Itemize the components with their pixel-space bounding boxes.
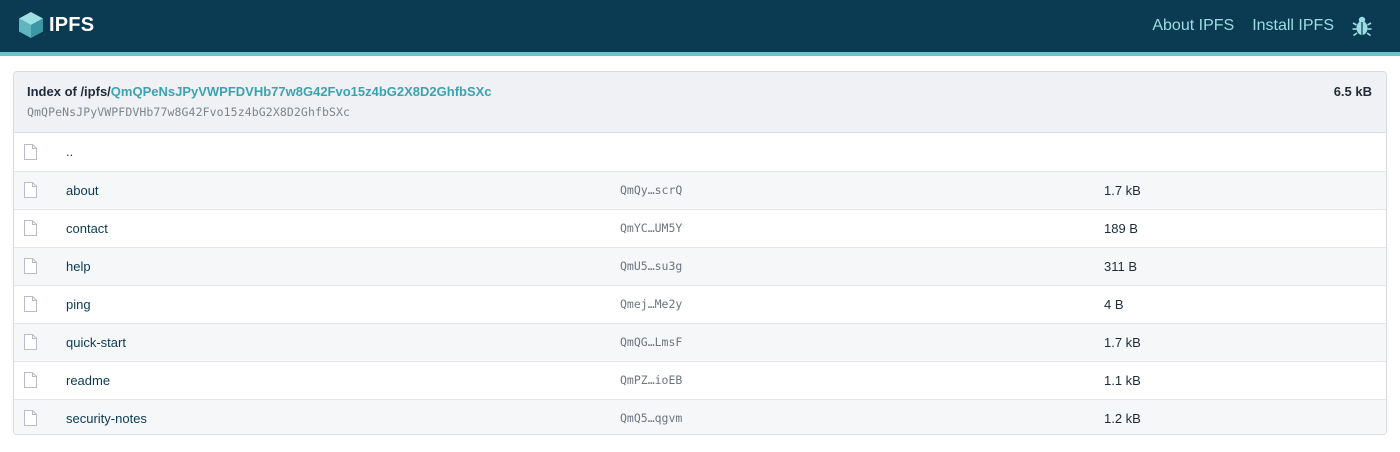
ipfs-home-link[interactable]: IPFS [18, 11, 94, 39]
top-navbar: IPFS About IPFS Install IPFS [0, 0, 1400, 56]
file-name-link[interactable]: readme [66, 373, 110, 388]
file-size: 311 B [1104, 246, 1386, 285]
file-name-link[interactable]: ping [66, 297, 91, 312]
file-hash: QmYC…UM5Y [620, 221, 683, 235]
file-size: 1.1 kB [1104, 360, 1386, 399]
bug-icon[interactable] [1352, 15, 1372, 37]
file-icon [14, 322, 66, 361]
directory-header: Index of /ipfs/QmQPeNsJPyVWPFDVHb77w8G42… [14, 72, 1386, 133]
table-row: security-notes QmQ5…qgvm 1.2 kB [14, 398, 1386, 434]
file-icon [14, 133, 66, 171]
file-size: 189 B [1104, 208, 1386, 247]
header-nav: About IPFS Install IPFS [1152, 0, 1400, 52]
file-size: 4 B [1104, 284, 1386, 323]
table-row: ping Qmej…Me2y 4 B [14, 284, 1386, 323]
file-size: 1.2 kB [1104, 398, 1386, 434]
file-icon [14, 398, 66, 434]
file-table: .. about QmQy…scrQ 1.7 kB contact QmYC…UM5Y 1… [14, 133, 1386, 434]
file-size: 1.7 kB [1104, 170, 1386, 209]
index-prefix: Index of /ipfs/ [27, 84, 111, 99]
file-hash: QmQy…scrQ [620, 183, 683, 197]
directory-listing-panel: Index of /ipfs/QmQPeNsJPyVWPFDVHb77w8G42… [13, 71, 1387, 435]
table-row: help QmU5…su3g 311 B [14, 246, 1386, 285]
file-size: 1.7 kB [1104, 322, 1386, 361]
parent-dir-link[interactable]: .. [66, 144, 73, 159]
cid-link[interactable]: QmQPeNsJPyVWPFDVHb77w8G42Fvo15z4bG2X8D2G… [111, 84, 492, 99]
file-name-link[interactable]: help [66, 259, 91, 274]
file-icon [14, 208, 66, 247]
install-ipfs-link[interactable]: Install IPFS [1252, 17, 1334, 35]
file-hash: QmU5…su3g [620, 259, 683, 273]
file-name-link[interactable]: quick-start [66, 335, 126, 350]
file-icon [14, 246, 66, 285]
about-ipfs-link[interactable]: About IPFS [1152, 17, 1234, 35]
file-icon [14, 170, 66, 209]
file-hash: QmQG…LmsF [620, 335, 683, 349]
file-hash: QmPZ…ioEB [620, 373, 683, 387]
file-name-link[interactable]: security-notes [66, 411, 147, 426]
table-row: about QmQy…scrQ 1.7 kB [14, 170, 1386, 209]
file-icon [14, 360, 66, 399]
file-name-link[interactable]: contact [66, 221, 108, 236]
file-name-link[interactable]: about [66, 183, 99, 198]
table-row: readme QmPZ…ioEB 1.1 kB [14, 360, 1386, 399]
brand-name: IPFS [49, 13, 95, 36]
parent-dir-row: .. [14, 133, 1386, 171]
ipfs-cube-icon [18, 11, 44, 39]
file-hash: Qmej…Me2y [620, 297, 683, 311]
file-hash: QmQ5…qgvm [620, 411, 683, 426]
index-title: Index of /ipfs/QmQPeNsJPyVWPFDVHb77w8G42… [27, 84, 492, 99]
total-size: 6.5 kB [1333, 84, 1372, 99]
file-icon [14, 284, 66, 323]
table-row: contact QmYC…UM5Y 189 B [14, 208, 1386, 247]
cid-subtitle: QmQPeNsJPyVWPFDVHb77w8G42Fvo15z4bG2X8D2G… [27, 105, 351, 119]
table-row: quick-start QmQG…LmsF 1.7 kB [14, 322, 1386, 361]
